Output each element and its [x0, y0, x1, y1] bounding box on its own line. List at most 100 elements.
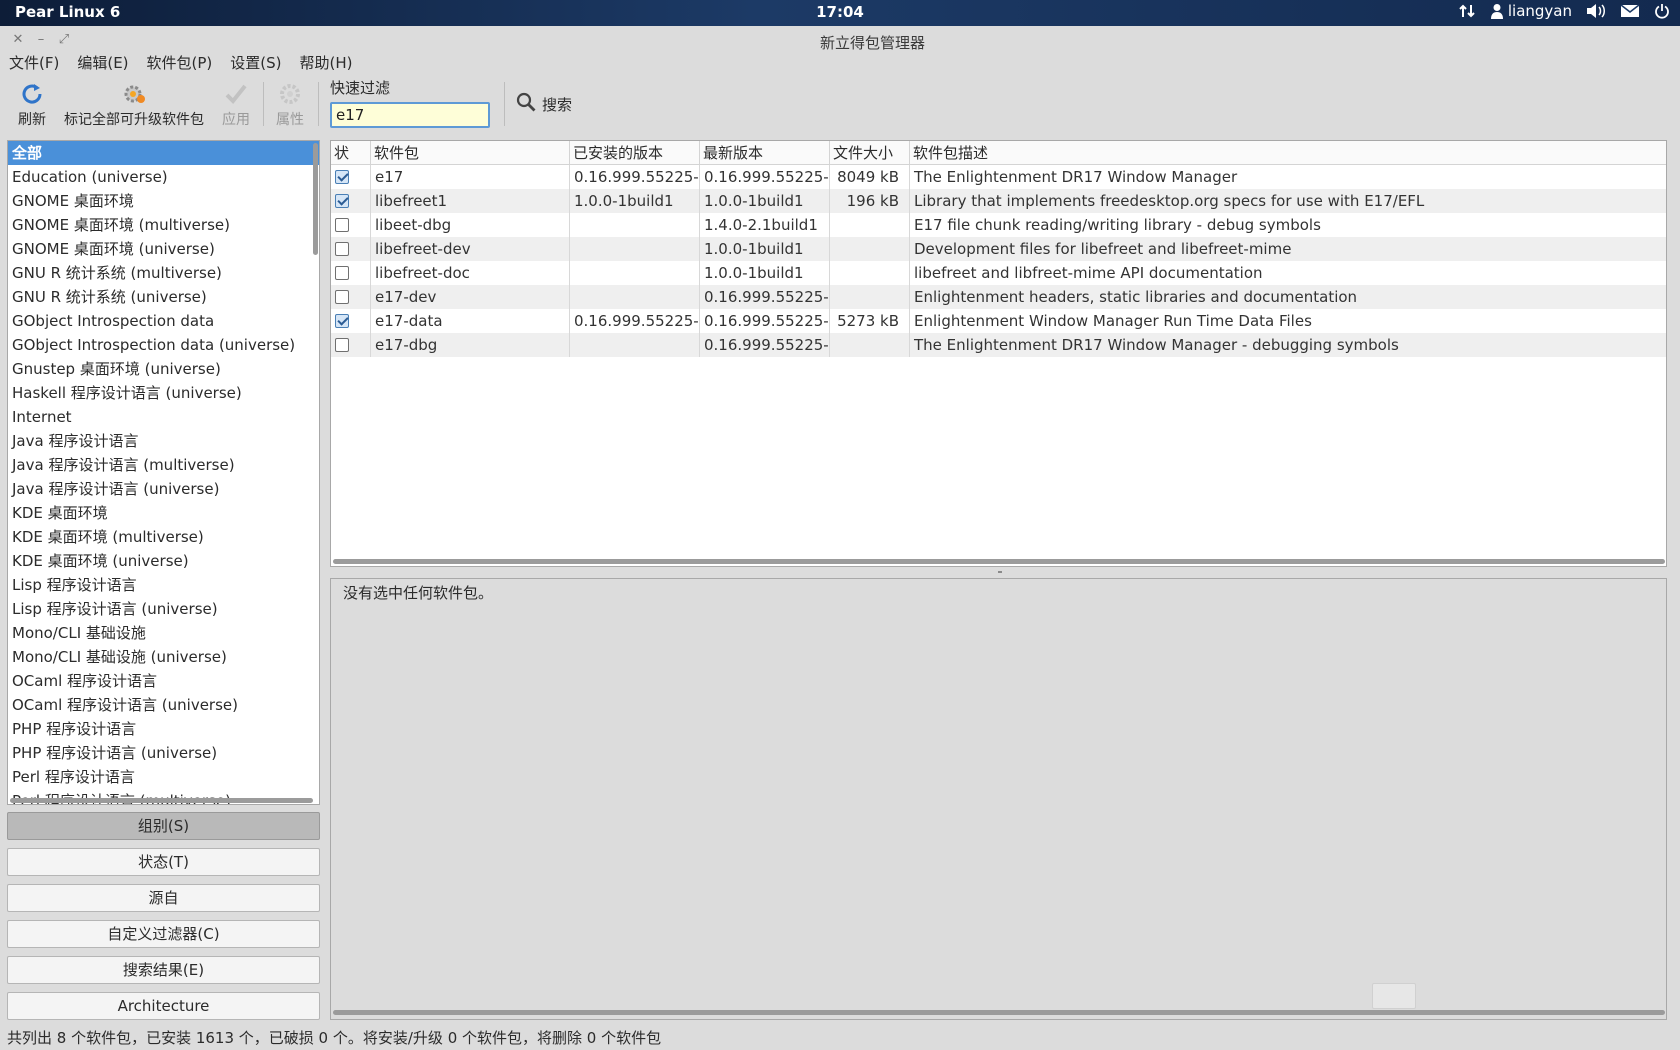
quick-filter-input[interactable]	[330, 102, 490, 128]
section-list[interactable]: 全部 Education (universe) GNOME 桌面环境 GNOME…	[7, 140, 320, 805]
package-checkbox[interactable]	[335, 242, 349, 256]
section-item[interactable]: OCaml 程序设计语言	[8, 669, 319, 693]
power-icon[interactable]	[1654, 3, 1670, 19]
package-checkbox[interactable]	[335, 290, 349, 304]
package-checkbox[interactable]	[335, 314, 349, 328]
apply-button[interactable]: 应用	[218, 82, 254, 129]
package-checkbox[interactable]	[335, 170, 349, 184]
table-row[interactable]: e17-dbg 0.16.999.55225-1 The Enlightenment…	[331, 333, 1666, 357]
quick-filter-label: 快速过滤	[330, 79, 391, 97]
top-panel: Pear Linux 6 17:04 liangyan	[0, 0, 1680, 26]
description-cell: The Enlightenment DR17 Window Manager - …	[914, 336, 1399, 354]
mark-all-upgrades-button[interactable]: 标记全部可升级软件包	[58, 82, 210, 129]
table-row[interactable]: libeet-dbg 1.4.0-2.1build1 E17 file chunk …	[331, 213, 1666, 237]
table-row[interactable]: libefreet-doc 1.0.0-1build1 libefreet and …	[331, 261, 1666, 285]
column-header-size[interactable]: 文件大小	[830, 141, 910, 165]
section-item[interactable]: KDE 桌面环境 (universe)	[8, 549, 319, 573]
section-item[interactable]: GNU R 统计系统 (universe)	[8, 285, 319, 309]
section-item[interactable]: PHP 程序设计语言	[8, 717, 319, 741]
package-checkbox[interactable]	[335, 194, 349, 208]
distro-name[interactable]: Pear Linux 6	[15, 3, 120, 21]
section-item[interactable]: Java 程序设计语言	[8, 429, 319, 453]
description-cell: The Enlightenment DR17 Window Manager	[914, 168, 1238, 186]
size-cell: 5273 kB	[830, 309, 910, 333]
menu-edit[interactable]: 编辑(E)	[68, 52, 137, 74]
section-list-vscrollbar[interactable]	[313, 143, 318, 255]
section-item[interactable]: GObject Introspection data	[8, 309, 319, 333]
details-hscrollbar[interactable]	[333, 1010, 1665, 1015]
table-row[interactable]: e17 0.16.999.55225-1 0.16.999.55225-1 8049 …	[331, 165, 1666, 189]
filter-sections-button[interactable]: 组别(S)	[7, 812, 320, 840]
column-header-latest-version[interactable]: 最新版本	[700, 141, 830, 165]
properties-label: 属性	[276, 112, 304, 128]
section-item[interactable]: Internet	[8, 405, 319, 429]
description-cell: Development files for libefreet and libe…	[914, 240, 1292, 258]
properties-button[interactable]: 属性	[272, 82, 308, 129]
filter-custom-button[interactable]: 自定义过滤器(C)	[7, 920, 320, 948]
section-item[interactable]: Mono/CLI 基础设施	[8, 621, 319, 645]
section-item[interactable]: KDE 桌面环境 (multiverse)	[8, 525, 319, 549]
section-item[interactable]: KDE 桌面环境	[8, 501, 319, 525]
filter-origin-button[interactable]: 源自	[7, 884, 320, 912]
latest-version-cell: 1.0.0-1build1	[700, 261, 830, 285]
package-details-pane: 没有选中任何软件包。	[330, 578, 1667, 1020]
package-checkbox[interactable]	[335, 338, 349, 352]
section-item[interactable]: OCaml 程序设计语言 (universe)	[8, 693, 319, 717]
toolbar-separator	[504, 82, 505, 126]
table-row[interactable]: e17-data 0.16.999.55225-1 0.16.999.55225-1…	[331, 309, 1666, 333]
section-item[interactable]: Mono/CLI 基础设施 (universe)	[8, 645, 319, 669]
package-table-hscrollbar[interactable]	[333, 559, 1665, 564]
details-resize-grip[interactable]	[1372, 983, 1416, 1009]
column-header-package[interactable]: 软件包	[371, 141, 570, 165]
column-header-installed-version[interactable]: 已安装的版本	[570, 141, 700, 165]
size-cell: 8049 kB	[830, 165, 910, 189]
filter-status-button[interactable]: 状态(T)	[7, 848, 320, 876]
package-name-cell: libefreet-dev	[371, 237, 570, 261]
size-cell	[830, 261, 910, 285]
properties-gear-icon	[272, 82, 308, 106]
menu-settings[interactable]: 设置(S)	[221, 52, 290, 74]
section-item[interactable]: Gnustep 桌面环境 (universe)	[8, 357, 319, 381]
pane-resize-handle[interactable]	[998, 571, 1004, 575]
volume-icon[interactable]	[1586, 3, 1606, 19]
section-item[interactable]: GObject Introspection data (universe)	[8, 333, 319, 357]
clock[interactable]: 17:04	[0, 3, 1680, 21]
menu-help[interactable]: 帮助(H)	[291, 52, 362, 74]
status-cell	[331, 309, 371, 333]
section-item[interactable]: GNOME 桌面环境	[8, 189, 319, 213]
section-item[interactable]: Education (universe)	[8, 165, 319, 189]
mail-icon[interactable]	[1620, 4, 1640, 18]
column-header-description[interactable]: 软件包描述	[910, 141, 1666, 165]
section-item[interactable]: Lisp 程序设计语言 (universe)	[8, 597, 319, 621]
section-item[interactable]: GNU R 统计系统 (multiverse)	[8, 261, 319, 285]
filter-architecture-button[interactable]: Architecture	[7, 992, 320, 1020]
table-row[interactable]: libefreet1 1.0.0-1build1 1.0.0-1build1 196 …	[331, 189, 1666, 213]
section-item[interactable]: PHP 程序设计语言 (universe)	[8, 741, 319, 765]
section-item[interactable]: Haskell 程序设计语言 (universe)	[8, 381, 319, 405]
menu-file[interactable]: 文件(F)	[0, 52, 68, 74]
section-item[interactable]: Java 程序设计语言 (multiverse)	[8, 453, 319, 477]
section-item[interactable]: GNOME 桌面环境 (universe)	[8, 237, 319, 261]
table-row[interactable]: libefreet-dev 1.0.0-1build1 Development fi…	[331, 237, 1666, 261]
section-item[interactable]: Perl 程序设计语言	[8, 765, 319, 789]
menu-package[interactable]: 软件包(P)	[138, 52, 222, 74]
search-button[interactable]: 搜索	[516, 92, 572, 116]
filter-search-results-button[interactable]: 搜索结果(E)	[7, 956, 320, 984]
package-checkbox[interactable]	[335, 218, 349, 232]
upgrade-gear-icon	[58, 82, 210, 106]
section-list-hscrollbar[interactable]	[10, 798, 313, 803]
package-checkbox[interactable]	[335, 266, 349, 280]
package-table[interactable]: 状 软件包 已安装的版本 最新版本 文件大小 软件包描述 e17 0.16.999…	[330, 140, 1667, 567]
section-item[interactable]: Java 程序设计语言 (universe)	[8, 477, 319, 501]
section-item[interactable]: GNOME 桌面环境 (multiverse)	[8, 213, 319, 237]
mark-all-label: 标记全部可升级软件包	[64, 112, 204, 128]
column-header-status[interactable]: 状	[331, 141, 371, 165]
latest-version-cell: 1.0.0-1build1	[700, 237, 830, 261]
installed-version-cell: 0.16.999.55225-1	[570, 309, 700, 333]
network-icon[interactable]	[1458, 2, 1476, 20]
section-item[interactable]: Lisp 程序设计语言	[8, 573, 319, 597]
user-menu[interactable]: liangyan	[1490, 2, 1572, 20]
section-item[interactable]: 全部	[8, 141, 319, 165]
table-row[interactable]: e17-dev 0.16.999.55225-1 Enlightenment hea…	[331, 285, 1666, 309]
refresh-button[interactable]: 刷新	[14, 82, 50, 129]
